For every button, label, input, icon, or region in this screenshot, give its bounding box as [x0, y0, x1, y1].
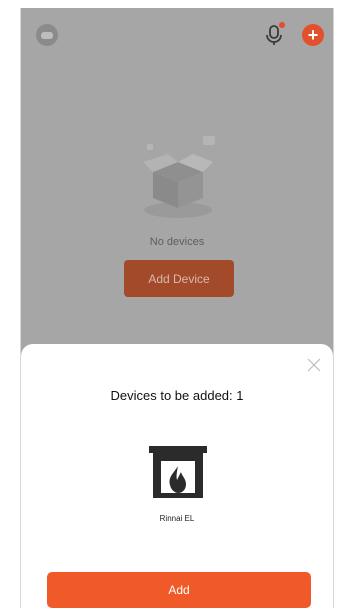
notification-dot	[279, 22, 285, 28]
devices-to-add-sheet: Devices to be added: 1 Rinnai EL Add	[21, 344, 333, 608]
device-name: Rinnai EL	[159, 514, 195, 523]
close-icon[interactable]	[307, 358, 321, 372]
avatar-face	[41, 31, 53, 39]
phone-frame: + No devices Add Device Devices to be ad…	[20, 8, 334, 608]
plus-circle-icon[interactable]: +	[302, 24, 324, 46]
sheet-title: Devices to be added: 1	[110, 388, 244, 403]
empty-box-icon	[143, 136, 215, 218]
empty-state-message: No devices	[149, 236, 205, 248]
home-screen-dimmed: + No devices Add Device Devices to be ad…	[21, 8, 333, 608]
add-device-button[interactable]: Add Device	[124, 260, 234, 297]
avatar-icon[interactable]	[36, 24, 58, 46]
add-button[interactable]: Add	[47, 572, 311, 608]
fireplace-icon[interactable]	[149, 446, 207, 498]
